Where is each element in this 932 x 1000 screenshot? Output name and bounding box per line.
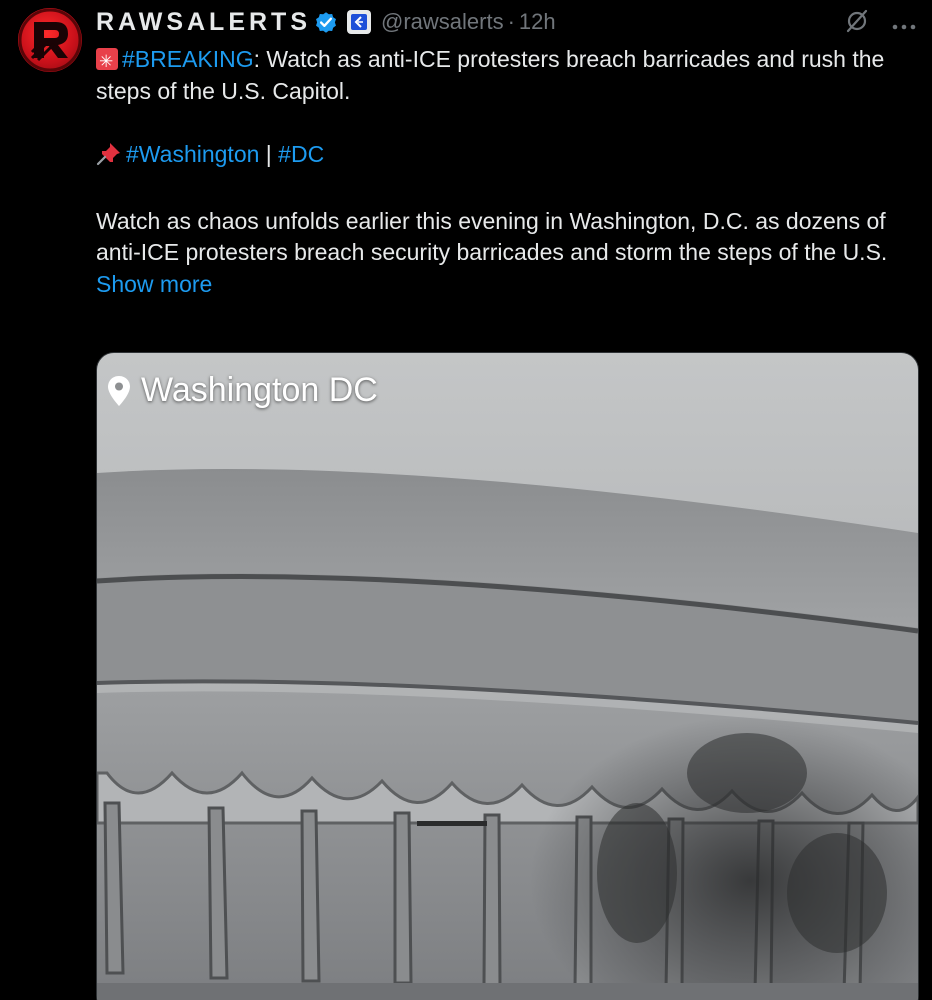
author-handle[interactable]: @rawsalerts: [381, 9, 504, 35]
video-frame: [97, 353, 918, 1000]
rawsalerts-logo: [18, 8, 82, 72]
location-label: Washington DC: [141, 371, 378, 409]
hashtag-breaking[interactable]: #BREAKING: [122, 46, 254, 72]
post-header: RAWSALERTS @rawsalerts · 12h: [96, 0, 916, 44]
post-timestamp[interactable]: 12h: [519, 9, 556, 35]
location-overlay: Washington DC: [107, 371, 378, 410]
hashtag-washington[interactable]: #Washington: [126, 141, 259, 167]
location-pin-icon: [108, 375, 130, 406]
grok-icon[interactable]: [844, 8, 870, 39]
author-display-name[interactable]: RAWSALERTS: [96, 8, 311, 37]
verified-badge-icon[interactable]: [313, 9, 339, 35]
hashtag-dc[interactable]: #DC: [278, 141, 324, 167]
hashtag-separator: |: [259, 140, 279, 167]
hashtag-line: #Washington | #DC: [96, 139, 916, 175]
separator-dot: ·: [507, 9, 515, 34]
rotating-light-icon: [96, 46, 118, 78]
more-dots-icon[interactable]: [892, 14, 916, 34]
post-video[interactable]: Washington DC: [96, 352, 919, 1000]
post-headline: #BREAKING: Watch as anti-ICE protesters …: [96, 44, 916, 107]
post-text: #BREAKING: Watch as anti-ICE protesters …: [96, 44, 916, 269]
post-body: Watch as chaos unfolds earlier this even…: [96, 207, 888, 266]
author-avatar[interactable]: [18, 8, 82, 72]
affiliate-badge-icon[interactable]: [347, 10, 371, 34]
show-more-link[interactable]: Show more: [96, 269, 916, 301]
post-content: RAWSALERTS @rawsalerts · 12h ✳#BREAKING:…: [96, 0, 916, 300]
header-actions: [844, 8, 916, 39]
pushpin-icon: [96, 140, 124, 175]
